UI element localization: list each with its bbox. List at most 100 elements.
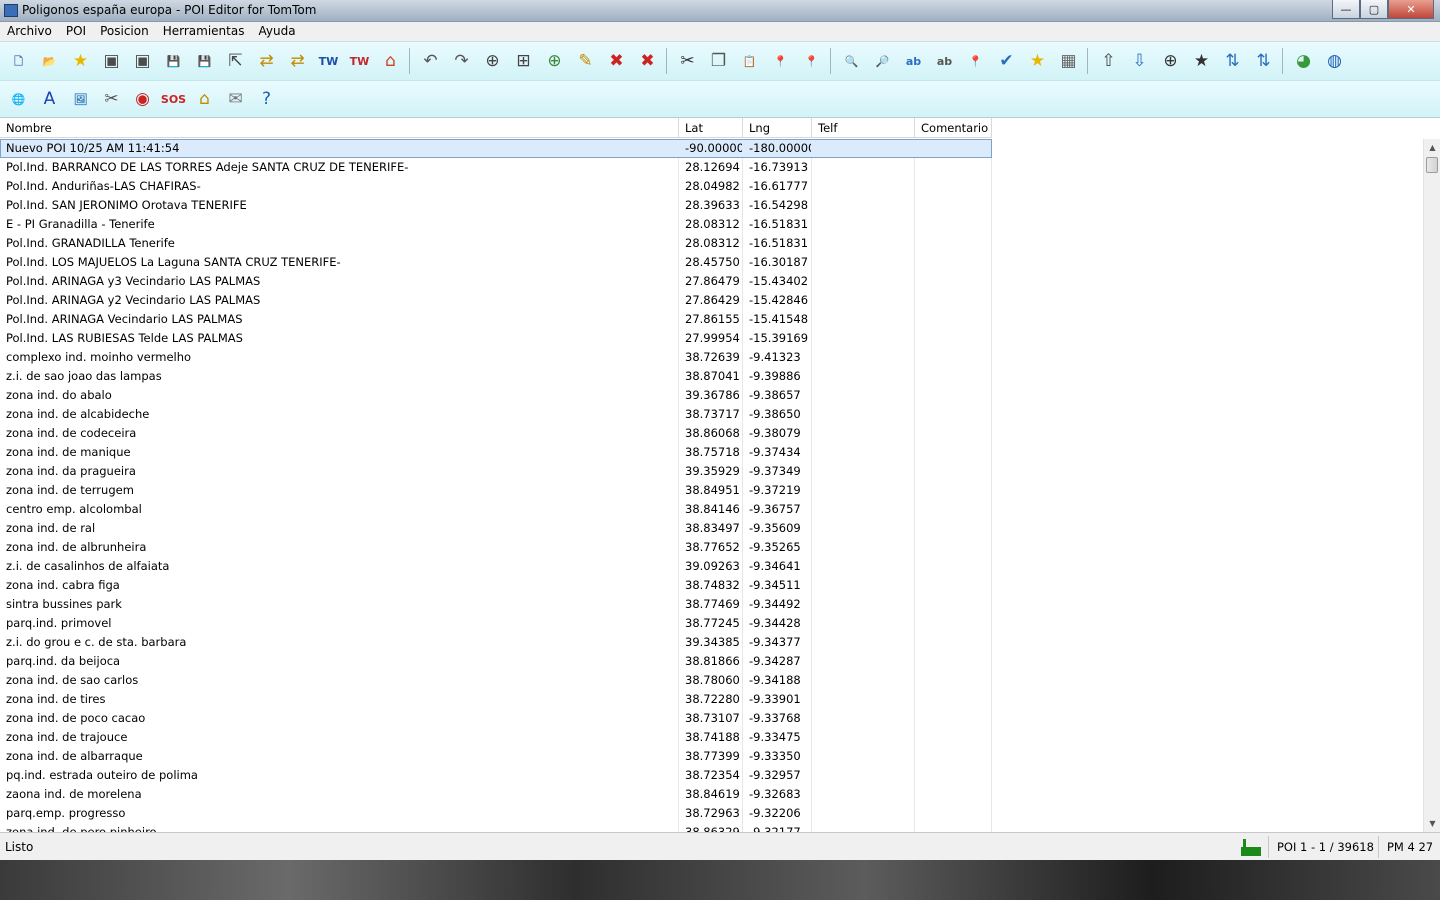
google-maps-button[interactable]: ◕ xyxy=(1289,47,1318,76)
table-row[interactable]: Pol.Ind. SAN JERONIMO Orotava TENERIFE 28… xyxy=(0,196,992,215)
table-row[interactable]: zona ind. de albrunheira 38.77652 -9.35265 xyxy=(0,538,992,557)
search-next-button[interactable]: 🔎 xyxy=(868,47,897,76)
delete-all-button[interactable]: ✖ xyxy=(633,47,662,76)
table-row[interactable]: zona ind. de pero pinheiro 38.86329 -9.321… xyxy=(0,823,992,832)
tools-button[interactable]: ✂ xyxy=(97,85,126,114)
table-row[interactable]: z.i. do grou e c. de sta. barbara 39.3438… xyxy=(0,633,992,652)
table-row[interactable]: Pol.Ind. ARINAGA Vecindario LAS PALMAS 27… xyxy=(0,310,992,329)
home-button[interactable]: ⌂ xyxy=(190,85,219,114)
menu-herramientas[interactable]: Herramientas xyxy=(156,22,252,41)
column-header-telf[interactable]: Telf xyxy=(812,118,915,138)
table-row[interactable]: zona ind. do abalo 39.36786 -9.38657 xyxy=(0,386,992,405)
table-row[interactable]: zona ind. de alcabideche 38.73717 -9.38650 xyxy=(0,405,992,424)
table-row[interactable]: complexo ind. moinho vermelho 38.72639 -9.… xyxy=(0,348,992,367)
table-row[interactable]: centro emp. alcolombal 38.84146 -9.36757 xyxy=(0,500,992,519)
add-multiple-poi-button[interactable]: ⊞ xyxy=(509,47,538,76)
undo-button[interactable]: ↶ xyxy=(416,47,445,76)
menu-archivo[interactable]: Archivo xyxy=(0,22,59,41)
sort-descending-button[interactable]: ⇅ xyxy=(1249,47,1278,76)
table-row[interactable]: parq.ind. da beijoca 38.81866 -9.34287 xyxy=(0,652,992,671)
tomtom-write-button[interactable]: TW xyxy=(345,47,374,76)
location-pin-button[interactable]: 📍 xyxy=(961,47,990,76)
marker-2-button[interactable]: 📍 xyxy=(797,47,826,76)
cut-button[interactable]: ✂ xyxy=(673,47,702,76)
sos-button[interactable]: SOS xyxy=(159,85,188,114)
delete-poi-button[interactable]: ✖ xyxy=(602,47,631,76)
table-row[interactable]: zona ind. de terrugem 38.84951 -9.37219 xyxy=(0,481,992,500)
table-row[interactable]: Nuevo POI 10/25 AM 11:41:54 -90.00000 -180… xyxy=(0,139,992,158)
new-file-button[interactable]: 🗋 xyxy=(4,47,33,76)
import-button[interactable]: ▣ xyxy=(97,47,126,76)
check-button[interactable]: ✔ xyxy=(992,47,1021,76)
mail-button[interactable]: ✉ xyxy=(221,85,250,114)
table-row[interactable]: sintra bussines park 38.77469 -9.34492 xyxy=(0,595,992,614)
send-to-device-button[interactable]: ⇱ xyxy=(221,47,250,76)
add-poi-button[interactable]: ⊕ xyxy=(478,47,507,76)
table-row[interactable]: Pol.Ind. LAS RUBIESAS Telde LAS PALMAS 27… xyxy=(0,329,992,348)
tomtom-read-button[interactable]: TW xyxy=(314,47,343,76)
scroll-down-button[interactable]: ▼ xyxy=(1424,815,1440,832)
scroll-thumb[interactable] xyxy=(1426,157,1438,173)
export-button[interactable]: ▣ xyxy=(128,47,157,76)
table-row[interactable]: zona ind. de ral 38.83497 -9.35609 xyxy=(0,519,992,538)
table-row[interactable]: zona ind. de albarraque 38.77399 -9.33350 xyxy=(0,747,992,766)
menu-poi[interactable]: POI xyxy=(59,22,93,41)
web-globe-button[interactable]: 🌐 xyxy=(4,85,33,114)
font-button[interactable]: A xyxy=(35,85,64,114)
image-button[interactable]: 🖼 xyxy=(66,85,95,114)
open-folder-button[interactable]: 📂 xyxy=(35,47,64,76)
table-row[interactable]: Pol.Ind. LOS MAJUELOS La Laguna SANTA CR… xyxy=(0,253,992,272)
table-row[interactable]: z.i. de casalinhos de alfaiata 39.09263 -9… xyxy=(0,557,992,576)
help-button[interactable]: ? xyxy=(252,85,281,114)
table-row[interactable]: parq.emp. progresso 38.72963 -9.32206 xyxy=(0,804,992,823)
column-header-comentario[interactable]: Comentario xyxy=(915,118,992,138)
insert-poi-button[interactable]: ⊕ xyxy=(540,47,569,76)
edit-poi-button[interactable]: ✎ xyxy=(571,47,600,76)
redo-button[interactable]: ↷ xyxy=(447,47,476,76)
favorite-star-button[interactable]: ★ xyxy=(66,47,95,76)
table-row[interactable]: zona ind. de trajouce 38.74188 -9.33475 xyxy=(0,728,992,747)
save-as-button[interactable]: 💾 xyxy=(190,47,219,76)
maximize-button[interactable]: ▢ xyxy=(1360,0,1388,19)
scroll-up-button[interactable]: ▲ xyxy=(1424,139,1440,156)
minimize-button[interactable]: — xyxy=(1332,0,1360,19)
tomtom-device-button[interactable]: ⌂ xyxy=(376,47,405,76)
sort-ascending-button[interactable]: ⇅ xyxy=(1218,47,1247,76)
table-row[interactable]: zona ind. de tires 38.72280 -9.33901 xyxy=(0,690,992,709)
add-favorite-button[interactable]: ★ xyxy=(1023,47,1052,76)
column-header-lat[interactable]: Lat xyxy=(679,118,743,138)
google-earth-button[interactable]: ◍ xyxy=(1320,47,1349,76)
table-row[interactable]: zona ind. de poco cacao 38.73107 -9.33768 xyxy=(0,709,992,728)
table-row[interactable]: zona ind. da pragueira 39.35929 -9.37349 xyxy=(0,462,992,481)
table-row[interactable]: E - PI Granadilla - Tenerife 28.08312 -16.… xyxy=(0,215,992,234)
find-replace-button[interactable]: ab xyxy=(899,47,928,76)
table-row[interactable]: zona ind. de codeceira 38.86068 -9.38079 xyxy=(0,424,992,443)
table-row[interactable]: Pol.Ind. GRANADILLA Tenerife 28.08312 -16.… xyxy=(0,234,992,253)
copy-button[interactable]: ❐ xyxy=(704,47,733,76)
table-row[interactable]: pq.ind. estrada outeiro de polima 38.7235… xyxy=(0,766,992,785)
move-down-button[interactable]: ⇩ xyxy=(1125,47,1154,76)
close-button[interactable]: ✕ xyxy=(1388,0,1434,19)
menu-posicion[interactable]: Posicion xyxy=(93,22,156,41)
table-row[interactable]: Pol.Ind. ARINAGA y3 Vecindario LAS PALMA… xyxy=(0,272,992,291)
paste-button[interactable]: 📋 xyxy=(735,47,764,76)
table-row[interactable]: Pol.Ind. ARINAGA y2 Vecindario LAS PALMA… xyxy=(0,291,992,310)
table-row[interactable]: parq.ind. primovel 38.77245 -9.34428 xyxy=(0,614,992,633)
marker-button[interactable]: 📍 xyxy=(766,47,795,76)
table-row[interactable]: Pol.Ind. BARRANCO DE LAS TORRES Adeje SA… xyxy=(0,158,992,177)
save-button[interactable]: 💾 xyxy=(159,47,188,76)
table-row[interactable]: zona ind. de sao carlos 38.78060 -9.34188 xyxy=(0,671,992,690)
speed-camera-button[interactable]: ◉ xyxy=(128,85,157,114)
table-row[interactable]: Pol.Ind. Anduriñas-LAS CHAFIRAS- 28.04982… xyxy=(0,177,992,196)
table-row[interactable]: zona ind. cabra figa 38.74832 -9.34511 xyxy=(0,576,992,595)
table-row[interactable]: zona ind. de manique 38.75718 -9.37434 xyxy=(0,443,992,462)
move-up-button[interactable]: ⇧ xyxy=(1094,47,1123,76)
menu-ayuda[interactable]: Ayuda xyxy=(251,22,302,41)
replace-button[interactable]: ab xyxy=(930,47,959,76)
column-header-nombre[interactable]: Nombre xyxy=(0,118,679,138)
search-button[interactable]: 🔍 xyxy=(837,47,866,76)
table-row[interactable]: zaona ind. de morelena 38.84619 -9.32683 xyxy=(0,785,992,804)
table-button[interactable]: ▦ xyxy=(1054,47,1083,76)
table-row[interactable]: z.i. de sao joao das lampas 38.87041 -9.39… xyxy=(0,367,992,386)
convert-file-button[interactable]: ⇄ xyxy=(252,47,281,76)
